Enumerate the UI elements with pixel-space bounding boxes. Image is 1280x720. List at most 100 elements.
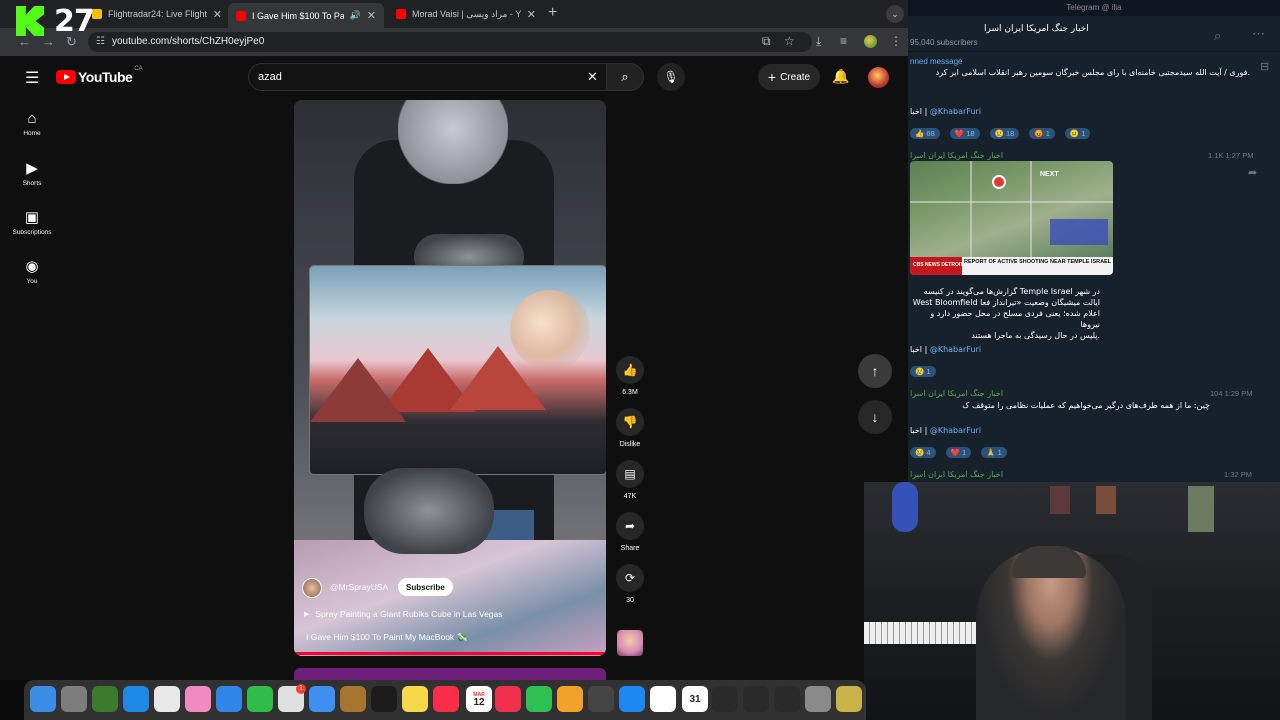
reaction-chip[interactable]: 😢 18 — [989, 128, 1020, 139]
share-button[interactable]: ➦ Share — [612, 512, 648, 552]
misc-icon[interactable] — [836, 686, 862, 712]
voice-search-button[interactable]: 🎙 — [657, 63, 685, 91]
more-options-icon[interactable]: ⋯ — [1252, 26, 1265, 42]
safari-icon[interactable] — [123, 686, 149, 712]
sidebar-item-you[interactable]: ◉ You — [0, 257, 64, 285]
freeform-icon[interactable] — [309, 686, 335, 712]
reaction-chip[interactable]: ❤️ 1 — [945, 447, 972, 458]
handle-link[interactable]: @KhabarFuri — [930, 426, 981, 435]
close-icon[interactable]: ✕ — [367, 9, 376, 22]
reaction-chip[interactable]: 🙏 1 — [981, 447, 1007, 458]
forwarded-from[interactable]: اخبار جنگ امریکا ایران اسرا — [910, 389, 1003, 398]
sound-thumbnail[interactable] — [617, 630, 643, 656]
clear-search-icon[interactable]: ✕ — [587, 69, 598, 85]
pin-list-icon[interactable]: ⊟ — [1260, 60, 1269, 73]
create-button[interactable]: + Create — [758, 64, 820, 90]
screen: Flightradar24: Live Flight Tra ✕ I Gave … — [0, 0, 1280, 720]
channel-avatar[interactable] — [302, 578, 322, 598]
mail-icon[interactable] — [216, 686, 242, 712]
media-control-icon[interactable]: ≡ — [840, 34, 847, 48]
profile-avatar[interactable] — [864, 35, 877, 48]
reaction-chip[interactable]: 😢 4 — [910, 447, 936, 458]
account-avatar[interactable] — [868, 67, 889, 88]
subscriptions-icon: ▣ — [24, 209, 40, 226]
search-box[interactable] — [248, 63, 608, 91]
site-settings-icon[interactable]: ☷ — [96, 36, 105, 47]
tab-youtube-short[interactable]: I Gave Him $100 To Paint 🔊 ✕ — [228, 3, 384, 28]
previous-short-button[interactable]: ↑ — [858, 354, 892, 388]
comments-button[interactable]: ▤ 47K — [612, 460, 648, 500]
reaction-chip[interactable]: 😐 1 — [1064, 128, 1091, 139]
news-icon[interactable] — [495, 686, 521, 712]
close-icon[interactable]: ✕ — [213, 8, 222, 21]
wifi-tool-icon[interactable] — [743, 686, 769, 712]
wall-poster — [1096, 486, 1116, 514]
app-store-icon[interactable] — [619, 686, 645, 712]
forwarded-from[interactable]: اخبار جنگ امریکا ایران اسرا — [910, 470, 1003, 479]
short-title[interactable]: I Gave Him $100 To Paint My MacBook 💸 — [306, 632, 467, 643]
activity-icon[interactable] — [588, 686, 614, 712]
next-short-button[interactable]: ↓ — [858, 400, 892, 434]
news-image[interactable]: NEXT REPORT OF ACTIVE SHOOTING NEAR TEMP… — [910, 161, 1113, 275]
dislike-button[interactable]: 👎 Dislike — [612, 408, 648, 448]
channel-name[interactable]: @MrSprayUSA — [330, 582, 388, 592]
reaction-chip[interactable]: 👍 68 — [910, 128, 940, 139]
forwarded-from[interactable]: اخبار جنگ امریکا ایران اسرا — [910, 151, 1003, 160]
vpn-icon[interactable] — [712, 686, 738, 712]
search-button[interactable]: ⌕ — [606, 63, 644, 91]
forward-arrow-icon[interactable]: ➦ — [1248, 166, 1257, 179]
unity-icon[interactable] — [774, 686, 800, 712]
like-button[interactable]: 👍 6.3M — [612, 356, 648, 396]
menu-icon[interactable]: ☰ — [25, 68, 39, 88]
reaction-chip[interactable]: 😡 1 — [1029, 128, 1055, 139]
pinned-label: nned message — [910, 57, 963, 66]
channel-title[interactable]: اخبار جنگ امریکا ایران اسرا — [984, 24, 1089, 34]
video-progress-bar[interactable] — [294, 652, 606, 655]
finder-icon[interactable] — [30, 686, 56, 712]
subscribe-button[interactable]: Subscribe — [398, 578, 453, 596]
bookmark-star-icon[interactable]: ☆ — [784, 34, 795, 48]
chrome-menu-icon[interactable]: ⋮ — [890, 34, 902, 48]
photos-icon[interactable] — [185, 686, 211, 712]
chrome-icon[interactable] — [154, 686, 180, 712]
related-video-link[interactable]: ▶ Spray Painting a Giant Rubiks Cube in … — [304, 609, 503, 619]
python-icon[interactable] — [92, 686, 118, 712]
sidebar-item-shorts[interactable]: ▶ Shorts — [0, 159, 64, 187]
youtube-logo[interactable]: YouTube CA — [56, 66, 143, 85]
remix-button[interactable]: ⟳ 30 — [612, 564, 648, 604]
reaction-chip[interactable]: ❤️ 18 — [949, 128, 980, 139]
next-short-preview[interactable] — [294, 668, 606, 680]
music-icon[interactable] — [433, 686, 459, 712]
notion-icon[interactable] — [650, 686, 676, 712]
search-icon[interactable]: ⌕ — [1214, 28, 1221, 44]
new-tab-plus-icon[interactable]: + — [548, 4, 557, 22]
notes-icon[interactable] — [402, 686, 428, 712]
download-icon[interactable]: ⤓ — [816, 34, 821, 49]
create-label: Create — [780, 71, 811, 83]
tab-search-chevron-icon[interactable]: ⌄ — [886, 5, 904, 23]
close-icon[interactable]: ✕ — [527, 8, 536, 21]
settings-icon[interactable] — [805, 686, 831, 712]
notes-brown-icon[interactable] — [340, 686, 366, 712]
short-video-player[interactable]: @MrSprayUSA Subscribe ▶ Spray Painting a… — [294, 100, 606, 656]
speaker-icon[interactable]: 🔊 — [350, 10, 361, 21]
facetime-icon[interactable] — [247, 686, 273, 712]
pages-icon[interactable] — [557, 686, 583, 712]
date-app-icon[interactable]: 31 — [682, 686, 708, 712]
apple-tv-icon[interactable] — [371, 686, 397, 712]
sidebar-item-home[interactable]: ⌂ Home — [0, 110, 64, 137]
cast-icon[interactable]: ⧉ — [762, 34, 771, 49]
handle-link[interactable]: @KhabarFuri — [930, 107, 981, 116]
reaction-chip[interactable]: 😢 1 — [910, 366, 936, 377]
launchpad-icon[interactable] — [61, 686, 87, 712]
url-text[interactable]: youtube.com/shorts/ChZH0eyjPe0 — [112, 36, 264, 47]
sidebar-item-subscriptions[interactable]: ▣ Subscriptions — [0, 208, 64, 236]
handle-link[interactable]: @KhabarFuri — [930, 345, 981, 354]
calendar-icon[interactable]: MAR 12 — [466, 686, 492, 712]
tab-flightradar[interactable]: Flightradar24: Live Flight Tra ✕ — [84, 3, 230, 25]
back-arrow-icon[interactable]: ← — [18, 34, 31, 49]
search-input[interactable]: azad — [258, 71, 282, 83]
notifications-bell-icon[interactable]: 🔔 — [832, 68, 849, 85]
numbers-icon[interactable] — [526, 686, 552, 712]
tab-morad-vaisi[interactable]: Morad Vaisi | مراد ویسی - YouTu ✕ — [388, 3, 544, 25]
